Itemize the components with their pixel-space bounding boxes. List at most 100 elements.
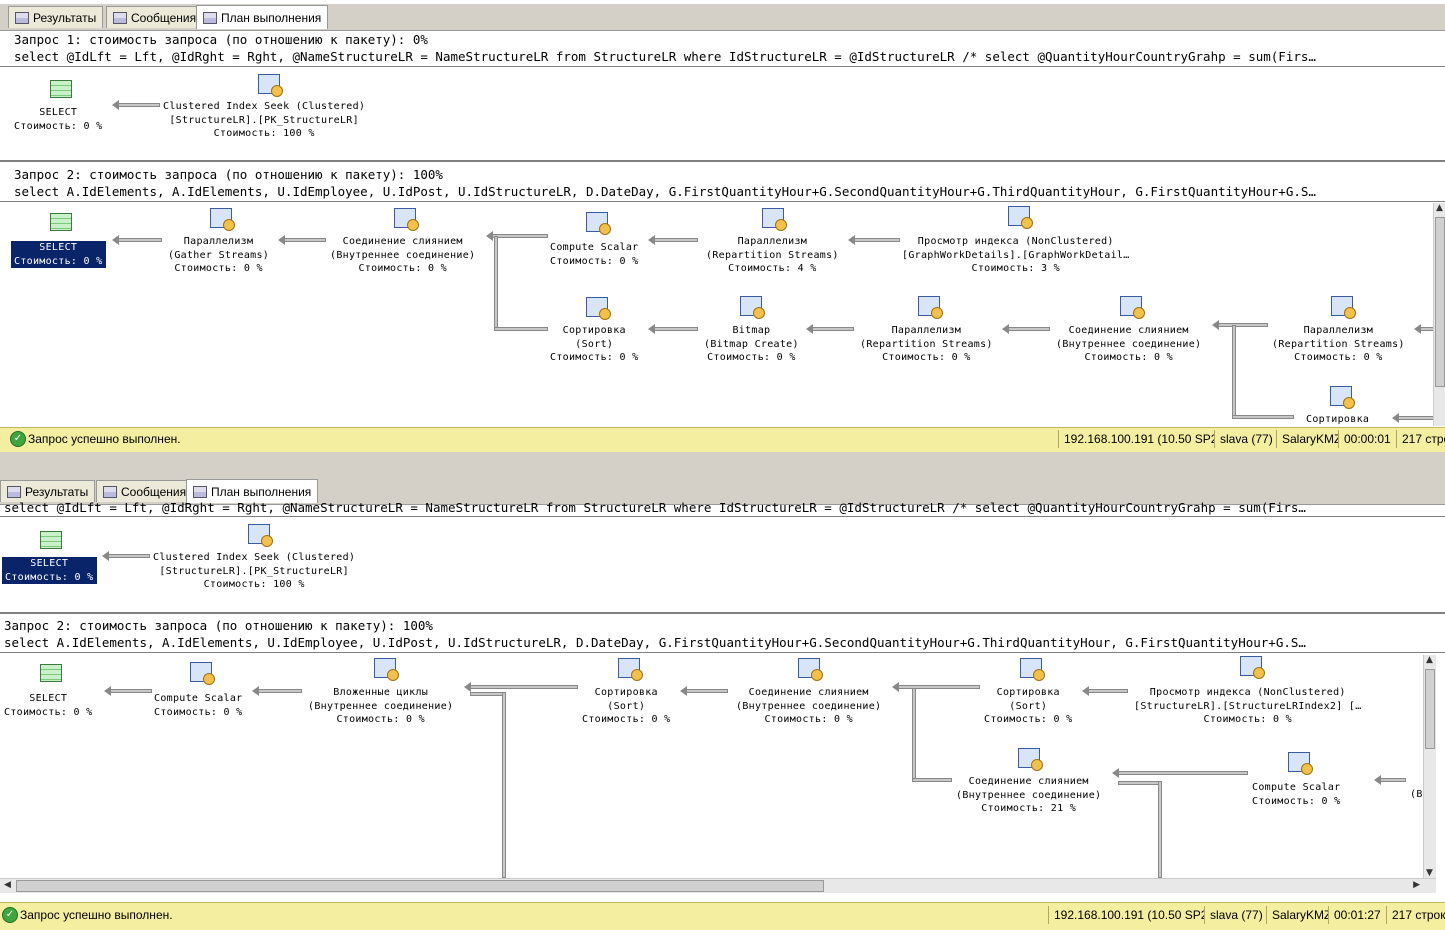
plan-arrow bbox=[1212, 320, 1268, 330]
plan-arrow bbox=[112, 100, 160, 110]
plan-node-parallelism-gather[interactable]: Параллелизм (Gather Streams) Стоимость: … bbox=[168, 235, 269, 276]
scrollbar-thumb[interactable] bbox=[1435, 217, 1445, 387]
scroll-down-icon[interactable]: ▼ bbox=[1426, 868, 1433, 878]
plan-connector bbox=[494, 236, 498, 330]
plan-node-sort[interactable]: Сортировка (Sort) Стоимость: 0 % bbox=[582, 686, 671, 727]
vertical-scrollbar[interactable]: ▲ bbox=[1433, 203, 1445, 426]
plan-node-merge-join[interactable]: Соединение слиянием (Внутреннее соединен… bbox=[330, 235, 475, 276]
plan-arrow bbox=[648, 235, 698, 245]
plan-node-compute-scalar[interactable]: Compute Scalar Стоимость: 0 % bbox=[1252, 781, 1341, 808]
plan-node-parallelism-repartition[interactable]: Параллелизм (Repartition Streams) Стоимо… bbox=[860, 324, 993, 365]
success-icon: ✓ bbox=[2, 907, 18, 923]
query2-sql: select A.IdElements, A.IdElements, U.IdE… bbox=[4, 635, 1306, 650]
plan-node-merge-join[interactable]: Соединение слиянием (Внутреннее соединен… bbox=[736, 686, 881, 727]
plan-arrow bbox=[102, 551, 150, 561]
sort-icon bbox=[618, 658, 643, 681]
compute-scalar-icon bbox=[190, 662, 215, 685]
divider bbox=[0, 201, 1445, 202]
plan-node-clustered-index-seek[interactable]: Clustered Index Seek (Clustered) [Struct… bbox=[153, 551, 355, 592]
plan-arrow bbox=[1414, 324, 1434, 334]
scroll-right-icon[interactable]: ▶ bbox=[1413, 880, 1420, 890]
index-scan-icon bbox=[1240, 656, 1265, 679]
plan-icon bbox=[203, 11, 217, 24]
query2-header: Запрос 2: стоимость запроса (по отношени… bbox=[14, 167, 443, 182]
plan-node-nested-loops[interactable]: Вложенные циклы (Внутреннее соединение) … bbox=[308, 686, 453, 727]
horizontal-scrollbar[interactable]: ◀ ▶ bbox=[0, 878, 1436, 893]
merge-join-icon bbox=[1120, 296, 1145, 319]
plan-connector bbox=[502, 692, 506, 878]
plan-connector bbox=[1232, 325, 1236, 419]
merge-join-icon bbox=[394, 208, 419, 231]
nested-loops-icon bbox=[374, 658, 399, 681]
plan-node-sort[interactable]: Сортировка (Sort) Стоимость: 0 % bbox=[550, 324, 639, 365]
success-icon: ✓ bbox=[10, 431, 26, 447]
plan-arrow bbox=[104, 686, 152, 696]
plan-node-compute-scalar[interactable]: Compute Scalar Стоимость: 0 % bbox=[154, 692, 243, 719]
plan-node-partial[interactable]: (B bbox=[1410, 788, 1423, 802]
status-user: slava (77) bbox=[1214, 430, 1274, 448]
message-icon bbox=[103, 485, 117, 498]
scrollbar-thumb[interactable] bbox=[16, 880, 824, 892]
grid-icon bbox=[15, 11, 29, 24]
plan-connector bbox=[494, 327, 548, 331]
sort-icon bbox=[1020, 658, 1045, 681]
scroll-up-icon[interactable]: ▲ bbox=[1426, 655, 1433, 665]
plan-node-index-scan[interactable]: Просмотр индекса (NonClustered) [Structu… bbox=[1134, 686, 1362, 727]
plan-node-bitmap[interactable]: Bitmap (Bitmap Create) Стоимость: 0 % bbox=[704, 324, 799, 365]
status-message: Запрос успешно выполнен. bbox=[20, 908, 173, 922]
parallelism-icon bbox=[918, 296, 943, 319]
scroll-up-icon[interactable]: ▲ bbox=[1436, 203, 1443, 213]
plan-node-sort[interactable]: Сортировка (Sort) Стоимость: 0 % bbox=[984, 686, 1073, 727]
plan-arrow bbox=[1082, 686, 1128, 696]
status-time: 00:00:01 bbox=[1338, 430, 1396, 448]
scrollbar-thumb[interactable] bbox=[1425, 669, 1435, 749]
plan-arrow bbox=[112, 235, 162, 245]
divider bbox=[0, 66, 1445, 67]
tab-execution-plan[interactable]: План выполнения bbox=[196, 5, 329, 29]
window-gap bbox=[0, 452, 1445, 478]
plan-node-sort[interactable]: Сортировка bbox=[1306, 413, 1369, 427]
plan-node-compute-scalar[interactable]: Compute Scalar Стоимость: 0 % bbox=[550, 241, 639, 268]
plan-connector bbox=[912, 688, 916, 782]
tab-results[interactable]: Результаты bbox=[0, 480, 96, 502]
status-time: 00:01:27 bbox=[1328, 906, 1390, 924]
sort-icon bbox=[586, 297, 611, 320]
plan-node-select[interactable]: SELECT Стоимость: 0 % bbox=[4, 692, 93, 719]
plan-arrow bbox=[1002, 324, 1050, 334]
tab-messages[interactable]: Сообщения bbox=[96, 480, 194, 502]
plan-node-index-scan[interactable]: Просмотр индекса (NonClustered) [GraphWo… bbox=[902, 235, 1130, 276]
status-bar: ✓ Запрос успешно выполнен. 192.168.100.1… bbox=[0, 427, 1445, 452]
status-rows: 217 стро bbox=[1396, 430, 1445, 448]
plan-node-clustered-index-seek[interactable]: Clustered Index Seek (Clustered) [Struct… bbox=[163, 100, 365, 141]
plan-icon bbox=[193, 485, 207, 498]
status-message: Запрос успешно выполнен. bbox=[28, 432, 181, 446]
grid-icon bbox=[7, 485, 21, 498]
plan-node-parallelism-repartition[interactable]: Параллелизм (Repartition Streams) Стоимо… bbox=[1272, 324, 1405, 365]
compute-scalar-icon bbox=[1288, 752, 1313, 775]
scroll-left-icon[interactable]: ◀ bbox=[4, 880, 11, 890]
merge-join-icon bbox=[798, 658, 823, 681]
plan-arrow bbox=[1374, 775, 1406, 785]
query1-header: Запрос 1: стоимость запроса (по отношени… bbox=[14, 32, 428, 47]
plan-arrow bbox=[848, 235, 900, 245]
plan-node-select[interactable]: SELECT Стоимость: 0 % bbox=[2, 557, 97, 584]
vertical-scrollbar[interactable]: ▲ ▼ bbox=[1423, 655, 1436, 878]
divider bbox=[0, 160, 1445, 162]
compute-scalar-icon bbox=[586, 212, 611, 235]
plan-node-parallelism-repartition[interactable]: Параллелизм (Repartition Streams) Стоимо… bbox=[706, 235, 839, 276]
plan-arrow bbox=[1392, 413, 1434, 423]
parallelism-icon bbox=[210, 208, 235, 231]
query2-sql: select A.IdElements, A.IdElements, U.IdE… bbox=[14, 184, 1316, 199]
plan-node-merge-join[interactable]: Соединение слиянием (Внутреннее соединен… bbox=[1056, 324, 1201, 365]
plan-arrow bbox=[892, 682, 980, 692]
message-icon bbox=[113, 11, 127, 24]
parallelism-icon bbox=[1331, 296, 1356, 319]
tab-results[interactable]: Результаты bbox=[8, 6, 104, 28]
parallelism-icon bbox=[762, 208, 787, 231]
plan-arrow bbox=[1112, 768, 1248, 778]
plan-node-select[interactable]: SELECT Стоимость: 0 % bbox=[14, 106, 103, 133]
plan-node-merge-join[interactable]: Соединение слиянием (Внутреннее соединен… bbox=[956, 775, 1101, 816]
plan-node-select[interactable]: SELECT Стоимость: 0 % bbox=[11, 241, 106, 268]
plan-connector bbox=[1158, 781, 1162, 878]
tab-messages[interactable]: Сообщения bbox=[106, 6, 204, 28]
